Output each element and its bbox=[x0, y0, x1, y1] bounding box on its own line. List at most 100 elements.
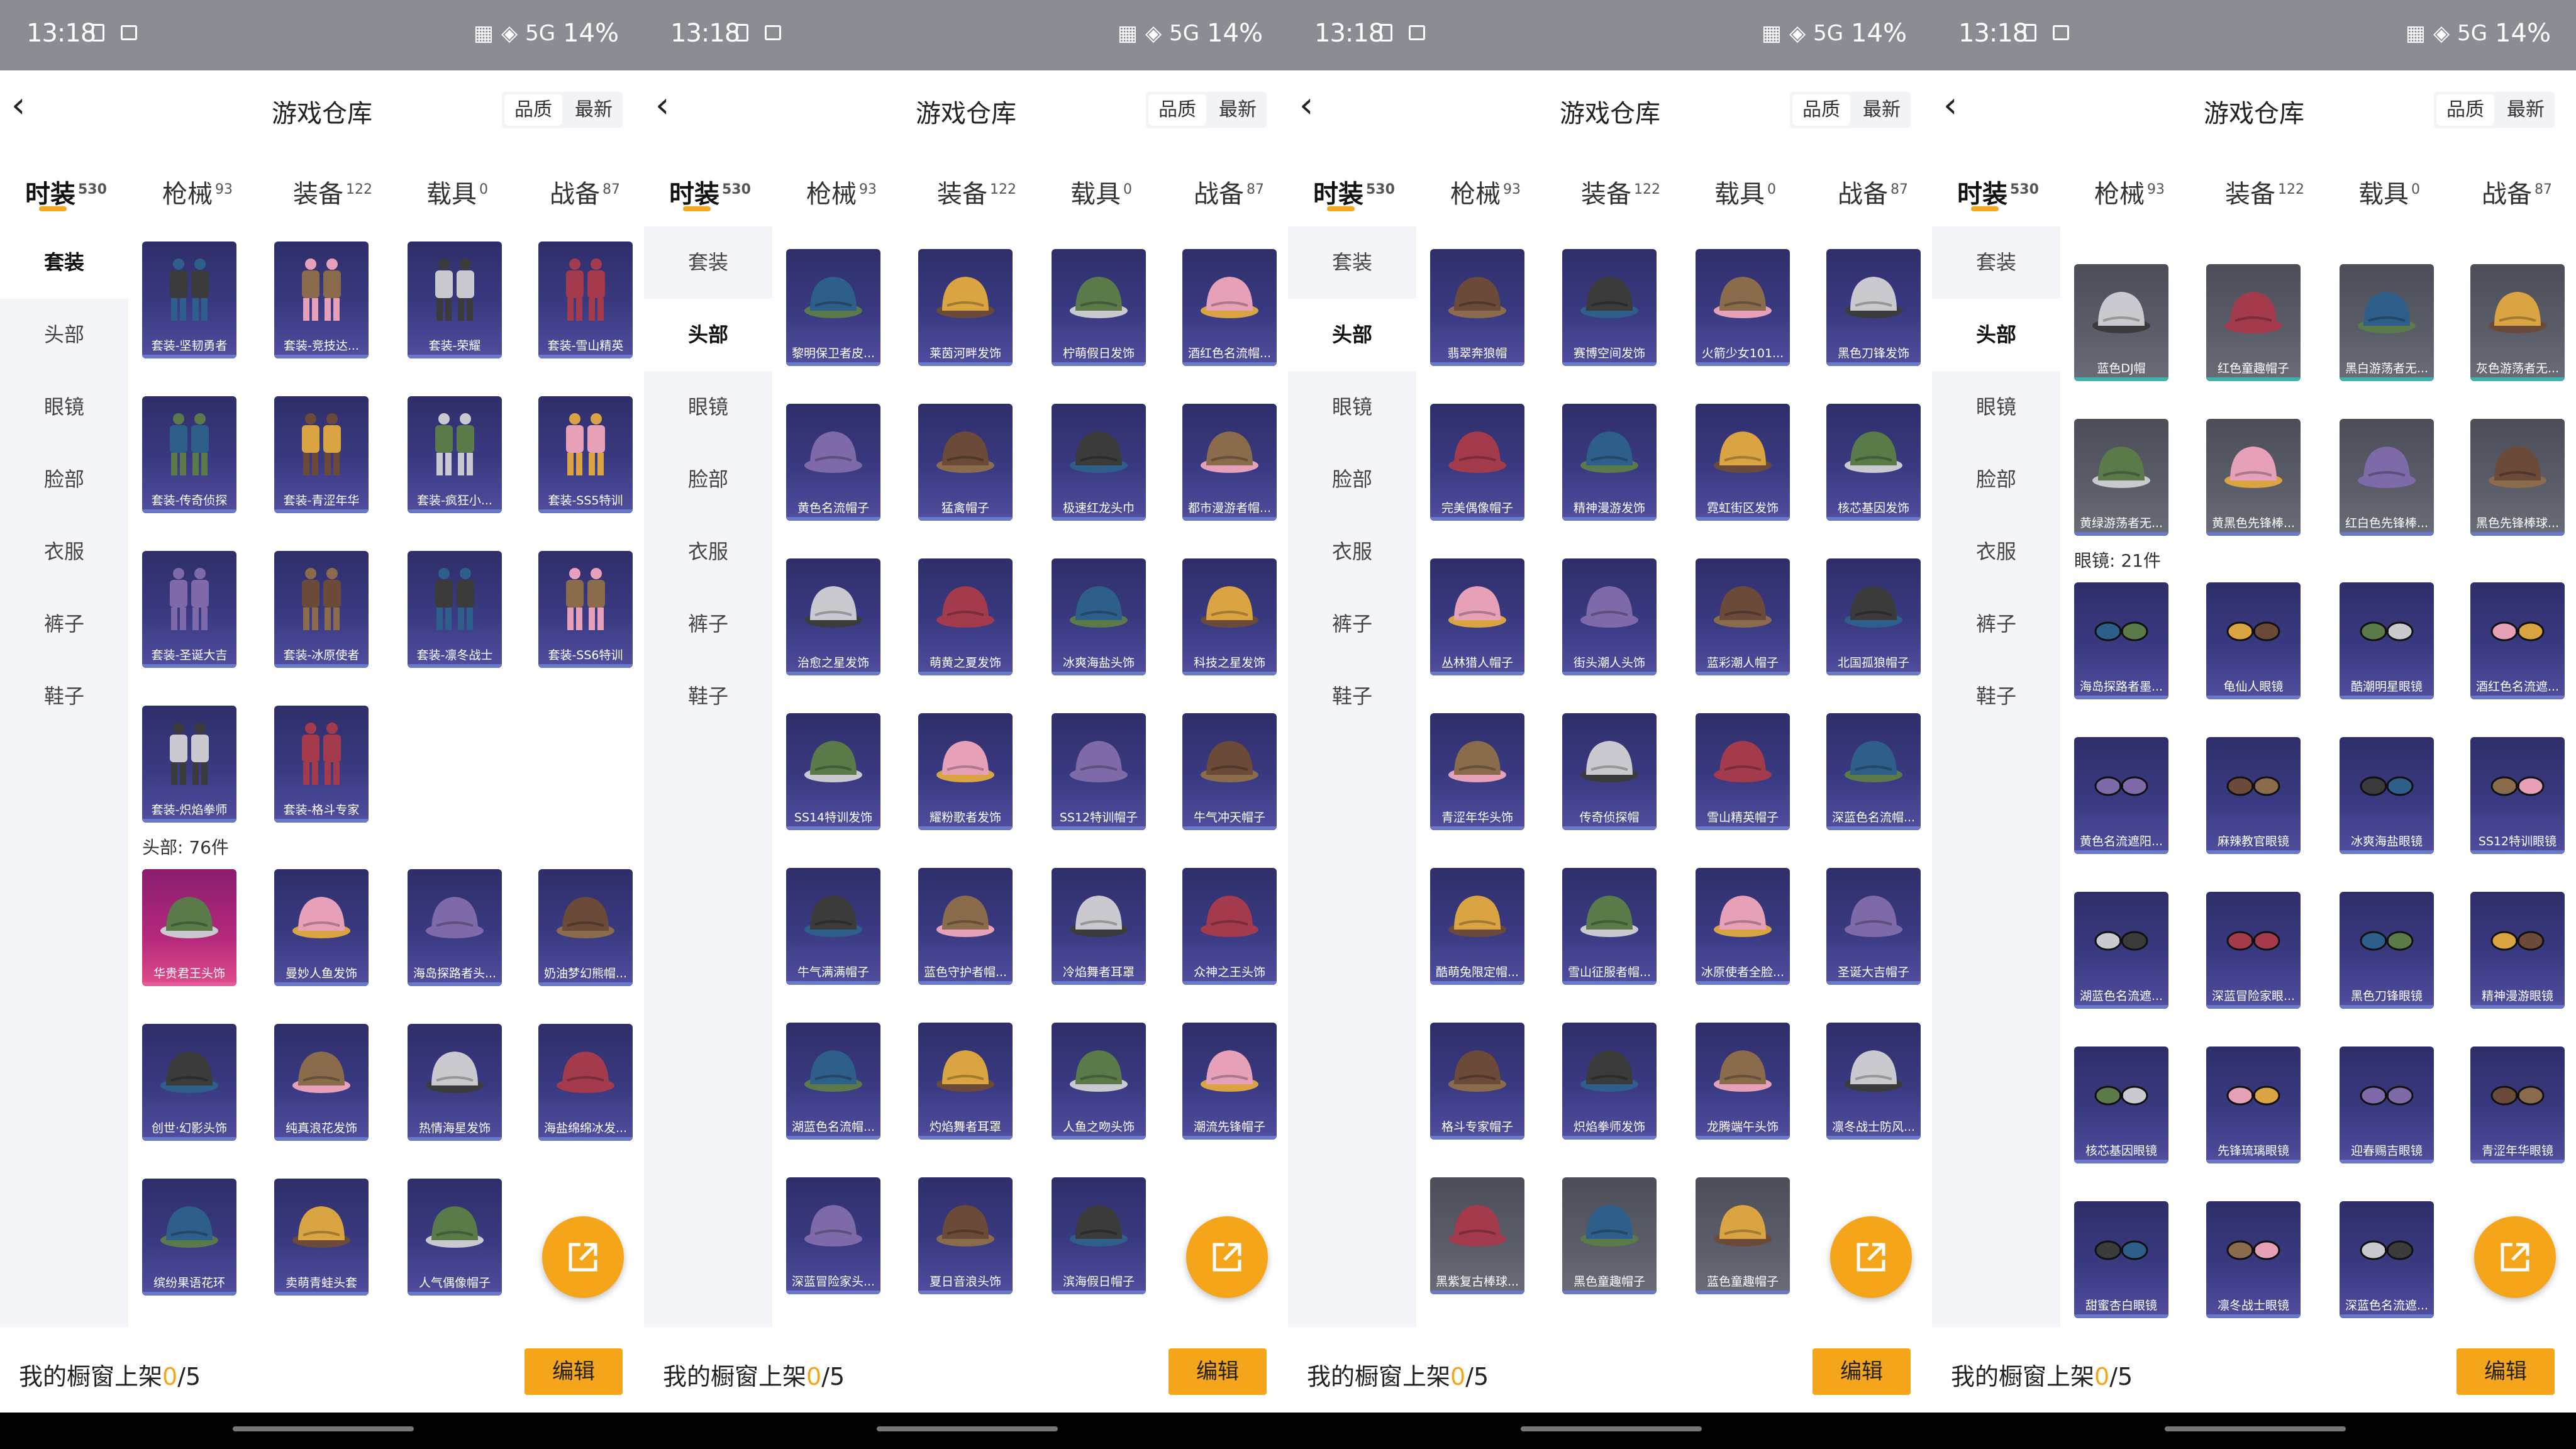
item-card[interactable]: 黄色名流帽子 bbox=[786, 404, 880, 521]
item-card[interactable]: 黄黑色先锋棒... bbox=[2206, 419, 2301, 536]
sidebar-item[interactable]: 裤子 bbox=[0, 588, 128, 660]
item-card[interactable]: 灰色游荡者无... bbox=[2470, 264, 2565, 381]
item-card[interactable]: 麻辣教官眼镜 bbox=[2206, 737, 2301, 854]
tab-4[interactable]: 战备 87 bbox=[2482, 174, 2552, 210]
item-card[interactable]: 套装-冰原使者 bbox=[274, 551, 369, 668]
sidebar-item[interactable]: 头部 bbox=[644, 299, 772, 371]
item-card[interactable]: 冰爽海盐眼镜 bbox=[2340, 737, 2434, 854]
sidebar-item[interactable]: 眼镜 bbox=[1932, 371, 2060, 443]
item-card[interactable]: 酷潮明星眼镜 bbox=[2340, 582, 2434, 699]
sidebar-item[interactable]: 套装 bbox=[1288, 226, 1416, 299]
item-card[interactable]: 套装-格斗专家 bbox=[274, 706, 369, 823]
edit-button[interactable]: 编辑 bbox=[1813, 1348, 1911, 1395]
item-card[interactable]: 圣诞大吉帽子 bbox=[1826, 868, 1921, 985]
item-card[interactable]: 套装-坚韧勇者 bbox=[142, 242, 236, 358]
sort-newest-button[interactable]: 最新 bbox=[565, 92, 623, 128]
item-card[interactable]: 热情海星发饰 bbox=[408, 1024, 502, 1141]
sidebar-item[interactable]: 套装 bbox=[644, 226, 772, 299]
item-card[interactable]: 核芯基因眼镜 bbox=[2074, 1046, 2168, 1163]
sidebar-item[interactable]: 衣服 bbox=[1288, 516, 1416, 588]
item-card[interactable]: 蓝色童趣帽子 bbox=[1696, 1177, 1790, 1294]
home-indicator[interactable] bbox=[233, 1426, 414, 1431]
sidebar-item[interactable]: 裤子 bbox=[1288, 588, 1416, 660]
sort-quality-button[interactable]: 品质 bbox=[504, 94, 562, 126]
item-card[interactable]: 柠萌假日发饰 bbox=[1052, 249, 1146, 366]
item-card[interactable]: 人气偶像帽子 bbox=[408, 1179, 502, 1296]
item-card[interactable]: 套装-SS6特训 bbox=[538, 551, 633, 668]
sidebar-item[interactable]: 衣服 bbox=[644, 516, 772, 588]
item-card[interactable]: 深蓝冒险家头... bbox=[786, 1177, 880, 1294]
item-card[interactable]: 牛气满满帽子 bbox=[786, 868, 880, 985]
item-card[interactable]: 莱茵河畔发饰 bbox=[918, 249, 1013, 366]
tab-1[interactable]: 枪械 93 bbox=[2094, 174, 2165, 210]
item-card[interactable]: 龙腾端午头饰 bbox=[1696, 1023, 1790, 1140]
item-card[interactable]: 红色童趣帽子 bbox=[2206, 264, 2301, 381]
item-card[interactable]: 套装-竞技达... bbox=[274, 242, 369, 358]
sidebar-item[interactable]: 套装 bbox=[1932, 226, 2060, 299]
sort-newest-button[interactable]: 最新 bbox=[1209, 92, 1267, 128]
item-card[interactable]: 炽焰拳师发饰 bbox=[1562, 1023, 1657, 1140]
share-fab-button[interactable] bbox=[1830, 1216, 1912, 1298]
item-card[interactable]: 黑色刀锋发饰 bbox=[1826, 249, 1921, 366]
item-card[interactable]: 霓虹街区发饰 bbox=[1696, 404, 1790, 521]
item-card[interactable]: 酷萌兔限定帽... bbox=[1430, 868, 1524, 985]
share-fab-button[interactable] bbox=[1186, 1216, 1268, 1298]
sidebar-item[interactable]: 鞋子 bbox=[0, 660, 128, 733]
item-card[interactable]: 冰原使者全脸... bbox=[1696, 868, 1790, 985]
tab-3[interactable]: 载具 0 bbox=[426, 174, 488, 210]
item-card[interactable]: 缤纷果语花环 bbox=[142, 1179, 236, 1296]
sort-newest-button[interactable]: 最新 bbox=[2497, 92, 2555, 128]
item-card[interactable]: 街头潮人头饰 bbox=[1562, 558, 1657, 675]
item-card[interactable]: 北国孤狼帽子 bbox=[1826, 558, 1921, 675]
tab-3[interactable]: 载具 0 bbox=[2358, 174, 2420, 210]
item-card[interactable]: 萌黄之夏发饰 bbox=[918, 558, 1013, 675]
item-card[interactable]: 雪山精英帽子 bbox=[1696, 713, 1790, 830]
item-card[interactable]: 酒红色名流帽... bbox=[1182, 249, 1277, 366]
item-card[interactable]: 湖蓝色名流遮... bbox=[2074, 892, 2168, 1009]
item-card[interactable]: 完美偶像帽子 bbox=[1430, 404, 1524, 521]
tab-0[interactable]: 时装 530 bbox=[25, 174, 107, 210]
sidebar-item[interactable]: 脸部 bbox=[0, 443, 128, 516]
sidebar-item[interactable]: 眼镜 bbox=[1288, 371, 1416, 443]
share-fab-button[interactable] bbox=[2474, 1216, 2556, 1298]
item-card[interactable]: 曼妙人鱼发饰 bbox=[274, 869, 369, 986]
home-indicator[interactable] bbox=[877, 1426, 1058, 1431]
item-card[interactable]: 精神漫游发饰 bbox=[1562, 404, 1657, 521]
sidebar-item[interactable]: 衣服 bbox=[1932, 516, 2060, 588]
item-card[interactable]: 赛博空间发饰 bbox=[1562, 249, 1657, 366]
sidebar-item[interactable]: 头部 bbox=[0, 299, 128, 371]
item-card[interactable]: 华贵君王头饰 bbox=[142, 869, 236, 986]
tab-4[interactable]: 战备 87 bbox=[1838, 174, 1908, 210]
item-card[interactable]: 黎明保卫者皮... bbox=[786, 249, 880, 366]
item-card[interactable]: 黄绿游荡者无... bbox=[2074, 419, 2168, 536]
sidebar-item[interactable]: 脸部 bbox=[644, 443, 772, 516]
item-card[interactable]: 套装-雪山精英 bbox=[538, 242, 633, 358]
item-card[interactable]: 灼焰舞者耳罩 bbox=[918, 1023, 1013, 1140]
item-card[interactable]: 格斗专家帽子 bbox=[1430, 1023, 1524, 1140]
sort-quality-button[interactable]: 品质 bbox=[1148, 94, 1206, 126]
tab-2[interactable]: 装备 122 bbox=[937, 174, 1016, 210]
item-card[interactable]: 黑色童趣帽子 bbox=[1562, 1177, 1657, 1294]
sidebar-item[interactable]: 眼镜 bbox=[644, 371, 772, 443]
home-indicator[interactable] bbox=[2165, 1426, 2346, 1431]
sidebar-item[interactable]: 套装 bbox=[0, 226, 128, 299]
sidebar-item[interactable]: 眼镜 bbox=[0, 371, 128, 443]
item-card[interactable]: 冷焰舞者耳罩 bbox=[1052, 868, 1146, 985]
item-card[interactable]: 深蓝色名流遮... bbox=[2340, 1201, 2434, 1318]
sidebar-item[interactable]: 鞋子 bbox=[1288, 660, 1416, 733]
item-card[interactable]: 黑色刀锋眼镜 bbox=[2340, 892, 2434, 1009]
item-card[interactable]: 套装-炽焰拳师 bbox=[142, 706, 236, 823]
item-card[interactable]: 猛禽帽子 bbox=[918, 404, 1013, 521]
item-card[interactable]: 套装-凛冬战士 bbox=[408, 551, 502, 668]
item-card[interactable]: 冰爽海盐头饰 bbox=[1052, 558, 1146, 675]
item-card[interactable]: 火箭少女101... bbox=[1696, 249, 1790, 366]
sidebar-item[interactable]: 鞋子 bbox=[1932, 660, 2060, 733]
item-card[interactable]: 蓝彩潮人帽子 bbox=[1696, 558, 1790, 675]
sidebar-item[interactable]: 衣服 bbox=[0, 516, 128, 588]
sidebar-item[interactable]: 裤子 bbox=[1932, 588, 2060, 660]
item-card[interactable]: 奶油梦幻熊帽... bbox=[538, 869, 633, 986]
item-card[interactable]: 深蓝冒险家眼... bbox=[2206, 892, 2301, 1009]
tab-0[interactable]: 时装 530 bbox=[669, 174, 751, 210]
item-card[interactable]: 治愈之星发饰 bbox=[786, 558, 880, 675]
tab-0[interactable]: 时装 530 bbox=[1957, 174, 2039, 210]
